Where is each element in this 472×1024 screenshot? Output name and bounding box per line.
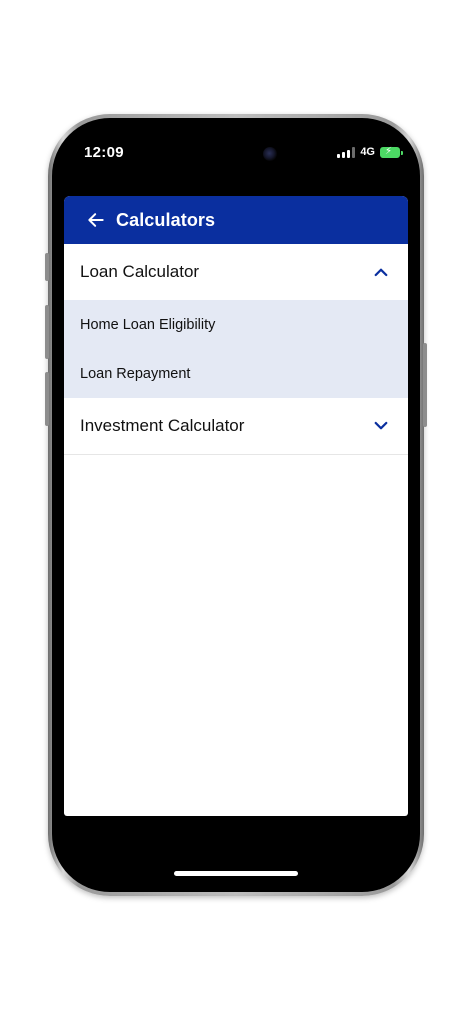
battery-charging-icon: ⚡ — [380, 146, 403, 158]
app-screen: Calculators Loan Calculator Home Loan El… — [64, 196, 408, 816]
section-divider — [64, 454, 408, 455]
status-time: 12:09 — [84, 144, 124, 161]
loan-calculator-section[interactable]: Loan Calculator — [64, 244, 408, 300]
section-label: Loan Calculator — [80, 262, 200, 281]
status-indicators: 4G ⚡ — [337, 146, 403, 158]
investment-calculator-section[interactable]: Investment Calculator — [64, 398, 408, 454]
app-header: Calculators — [64, 196, 408, 244]
silent-switch — [45, 253, 49, 281]
loan-calculator-options: Home Loan Eligibility Loan Repayment — [64, 300, 408, 398]
chevron-down-icon[interactable] — [372, 417, 390, 435]
volume-up-button — [45, 305, 49, 359]
power-button — [423, 343, 427, 427]
home-indicator[interactable] — [174, 871, 298, 876]
network-type: 4G — [360, 146, 375, 158]
volume-down-button — [45, 372, 49, 426]
home-loan-eligibility-item[interactable]: Home Loan Eligibility — [64, 300, 408, 349]
section-label: Investment Calculator — [80, 416, 245, 435]
chevron-up-icon[interactable] — [372, 263, 390, 281]
loan-repayment-item[interactable]: Loan Repayment — [64, 349, 408, 398]
screenshot-stage: 12:09 4G ⚡ Calculators Loan Calculator H… — [0, 0, 472, 1024]
signal-strength-icon — [337, 146, 356, 158]
front-camera — [263, 147, 277, 161]
back-button[interactable] — [86, 210, 106, 230]
arrow-left-icon — [88, 213, 104, 227]
page-title: Calculators — [116, 209, 216, 230]
